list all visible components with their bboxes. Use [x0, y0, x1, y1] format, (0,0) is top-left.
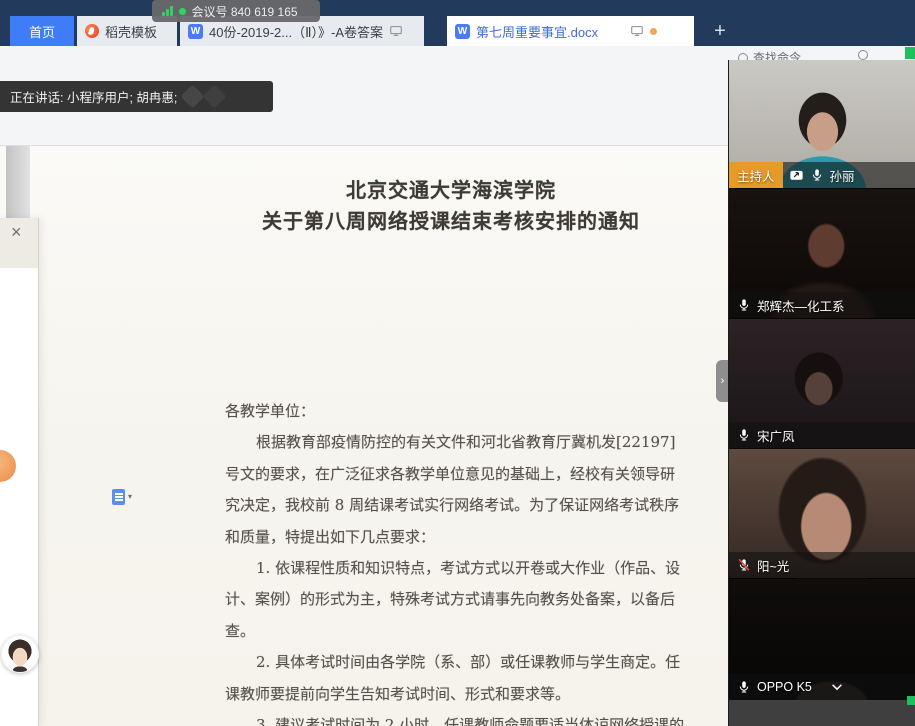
doc-line: 3. 建议考试时间为 2 小时。任课教师命题要适当体谅网络授课的 — [225, 710, 681, 726]
tab-home-label: 首页 — [29, 22, 55, 41]
doc-line: 根据教育部疫情防控的有关文件和河北省教育厅冀机发[22197] — [225, 427, 681, 458]
mic-icon — [810, 168, 824, 182]
screen-share-icon — [789, 168, 804, 183]
participant-name: 郑辉杰—化工系 — [757, 296, 845, 315]
wps-logo-watermark — [202, 84, 226, 108]
meeting-id-text: 会议号 840 619 165 — [192, 3, 298, 20]
document-icon — [112, 489, 125, 505]
video-tile[interactable]: 阳~光 — [729, 448, 915, 578]
user-account-icon[interactable] — [858, 50, 868, 60]
tab-docer-label: 稻壳模板 — [105, 22, 157, 41]
participant-label: OPPO K5 — [729, 674, 915, 700]
meeting-id-pill[interactable]: 会议号 840 619 165 — [152, 0, 320, 22]
wps-writer-icon: W — [455, 24, 470, 39]
tab-document-2-active[interactable]: W 第七周重要事宜.docx — [447, 16, 694, 46]
meeting-video-panel: 主持人 孙丽 郑辉杰—化工系 宋广凤 阳~光 — [728, 60, 915, 726]
unsaved-dot — [650, 28, 657, 35]
new-tab-plus: + — [714, 20, 726, 43]
doc-title-line-2: 关于第八周网络授课结束考核安排的通知 — [225, 205, 677, 234]
speaking-toast: 正在讲话: 小程序用户; 胡冉惠; — [0, 81, 273, 112]
video-tile[interactable]: OPPO K5 — [729, 578, 915, 700]
document-canvas[interactable]: 北京交通大学海滨学院 关于第八周网络授课结束考核安排的通知 各教学单位： 根据教… — [0, 146, 730, 726]
screen-cast-icon — [389, 24, 403, 38]
signal-bars-icon — [162, 6, 173, 16]
chevron-down-icon: ▾ — [128, 493, 132, 501]
status-indicator — [907, 696, 915, 705]
doc-line: 和质量，特提出如下几点要求： — [225, 522, 681, 553]
doc-line: 计、案例）的形式为主，特殊考试方式请事先向教务处备案，以备后 — [225, 584, 681, 615]
wps-writer-icon: W — [188, 24, 203, 39]
participant-name: 宋广凤 — [757, 426, 795, 445]
video-tile[interactable]: 主持人 孙丽 — [729, 60, 915, 188]
mic-muted-icon — [737, 558, 751, 572]
host-badge: 主持人 — [729, 162, 783, 188]
mic-icon — [737, 428, 751, 442]
mic-icon — [737, 680, 751, 694]
doc-line: 各教学单位： — [225, 396, 681, 427]
participant-name: 阳~光 — [757, 556, 789, 575]
participant-label: 宋广凤 — [729, 422, 915, 448]
avatar[interactable] — [1, 635, 39, 673]
doc-line: 1. 依课程性质和知识特点，考试方式以开卷或大作业（作品、设 — [225, 553, 681, 584]
wps-logo-watermark — [180, 84, 204, 108]
tab-document-2-label: 第七周重要事宜.docx — [476, 22, 598, 41]
doc-title-line-1: 北京交通大学海滨学院 — [225, 174, 677, 203]
doc-body: 各教学单位： 根据教育部疫情防控的有关文件和河北省教育厅冀机发[22197] 号… — [225, 396, 681, 726]
tab-home[interactable]: 首页 — [10, 16, 74, 46]
close-icon[interactable]: × — [11, 223, 22, 241]
doc-line: 究决定，我校前 8 周结课考试实行网络考试。为了保证网络考试秩序 — [225, 490, 681, 521]
doc-line: 查。 — [225, 616, 681, 647]
video-tile[interactable]: 宋广凤 — [729, 318, 915, 448]
doc-line: 2. 具体考试时间由各学院（系、部）或任课教师与学生商定。任 — [225, 647, 681, 678]
speaking-toast-text: 正在讲话: 小程序用户; 胡冉惠; — [10, 87, 177, 106]
screen-cast-icon — [630, 24, 644, 38]
participant-name: 孙丽 — [830, 166, 855, 185]
participant-label: 阳~光 — [729, 552, 915, 578]
video-tile[interactable]: 郑辉杰—化工系 — [729, 188, 915, 318]
doc-line: 课教师要提前向学生告知考试时间、形式和要求等。 — [225, 679, 681, 710]
video-panel-footer — [729, 700, 915, 726]
chevron-down-icon[interactable] — [830, 680, 844, 694]
recording-dot-icon — [179, 8, 186, 15]
background-window-edge — [6, 146, 30, 218]
doc-line: 号文的要求，在广泛征求各教学单位意见的基础上，经校有关领导研 — [225, 459, 681, 490]
screen: 首页 稻壳模板 W 40份-2019-2...（Ⅱ）》-A卷答案 W 第七周重要… — [0, 0, 915, 726]
participant-label: 主持人 孙丽 — [729, 162, 915, 188]
new-tab-button[interactable]: + — [705, 16, 735, 46]
title-bar: 首页 稻壳模板 W 40份-2019-2...（Ⅱ）》-A卷答案 W 第七周重要… — [0, 0, 915, 46]
tab-document-1-label: 40份-2019-2...（Ⅱ）》-A卷答案 — [209, 22, 383, 41]
status-indicator — [905, 47, 915, 59]
participant-label: 郑辉杰—化工系 — [729, 292, 915, 318]
mic-icon — [737, 298, 751, 312]
docer-icon — [85, 24, 99, 38]
participant-name: OPPO K5 — [757, 680, 812, 694]
smart-tag-button[interactable]: ▾ — [112, 489, 132, 505]
